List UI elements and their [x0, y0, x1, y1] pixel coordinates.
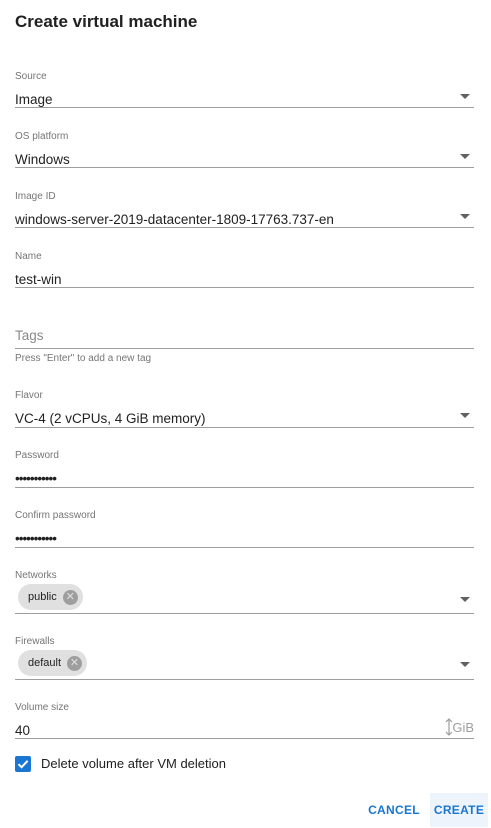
volume-size-input[interactable]: Volume size 40 GiB: [15, 701, 474, 741]
image-id-label: Image ID: [15, 191, 56, 202]
chevron-down-icon: [460, 154, 470, 159]
name-input[interactable]: Name test-win: [15, 250, 474, 290]
field-underline: [15, 107, 474, 108]
network-chip: public ✕: [18, 584, 83, 610]
remove-chip-icon[interactable]: ✕: [67, 655, 83, 671]
remove-chip-icon[interactable]: ✕: [62, 589, 78, 605]
password-label: Password: [15, 450, 59, 461]
chevron-down-icon: [460, 662, 470, 667]
create-button[interactable]: CREATE: [430, 793, 488, 827]
field-underline: [15, 547, 474, 548]
tags-placeholder[interactable]: Tags: [15, 328, 44, 343]
network-chip-label: public: [28, 591, 57, 603]
name-label: Name: [15, 251, 42, 262]
field-underline: [15, 227, 474, 228]
delete-volume-label[interactable]: Delete volume after VM deletion: [41, 756, 226, 771]
field-underline: [15, 287, 474, 288]
chevron-down-icon: [460, 214, 470, 219]
chevron-down-icon: [460, 597, 470, 602]
volume-size-unit: GiB: [452, 720, 474, 735]
firewalls-select[interactable]: Firewalls default ✕: [15, 635, 474, 681]
firewall-chip: default ✕: [18, 650, 88, 676]
flavor-value: VC-4 (2 vCPUs, 4 GiB memory): [15, 411, 206, 426]
firewalls-label: Firewalls: [15, 636, 55, 647]
chevron-down-icon: [460, 94, 470, 99]
confirm-password-input[interactable]: Confirm password •••••••••••: [15, 509, 474, 549]
image-id-select[interactable]: Image ID windows-server-2019-datacenter-…: [15, 190, 474, 230]
chevron-down-icon: [460, 413, 470, 418]
password-input[interactable]: Password •••••••••••: [15, 449, 474, 489]
confirm-password-value[interactable]: •••••••••••: [15, 530, 474, 548]
firewall-chip-label: default: [28, 657, 62, 669]
tags-input[interactable]: Tags Press "Enter" to add a new tag: [15, 310, 474, 366]
field-underline: [15, 738, 474, 739]
field-underline: [15, 679, 474, 680]
os-platform-select[interactable]: OS platform Windows: [15, 130, 474, 170]
password-value[interactable]: •••••••••••: [15, 470, 474, 488]
networks-label: Networks: [15, 570, 57, 581]
field-underline: [15, 613, 474, 614]
source-label: Source: [15, 71, 47, 82]
networks-select[interactable]: Networks public ✕: [15, 569, 474, 615]
flavor-select[interactable]: Flavor VC-4 (2 vCPUs, 4 GiB memory): [15, 389, 474, 429]
source-select[interactable]: Source Image: [15, 70, 474, 110]
cancel-button[interactable]: CANCEL: [362, 793, 426, 827]
field-underline: [15, 427, 474, 428]
confirm-password-label: Confirm password: [15, 510, 96, 521]
field-underline: [15, 167, 474, 168]
volume-size-label: Volume size: [15, 702, 69, 713]
delete-volume-checkbox[interactable]: [15, 756, 31, 772]
tags-hint: Press "Enter" to add a new tag: [15, 353, 152, 364]
dialog-title: Create virtual machine: [15, 12, 198, 31]
check-icon: [17, 760, 29, 769]
flavor-label: Flavor: [15, 390, 43, 401]
os-platform-label: OS platform: [15, 131, 69, 142]
field-underline: [15, 487, 474, 488]
field-underline: [15, 348, 474, 349]
